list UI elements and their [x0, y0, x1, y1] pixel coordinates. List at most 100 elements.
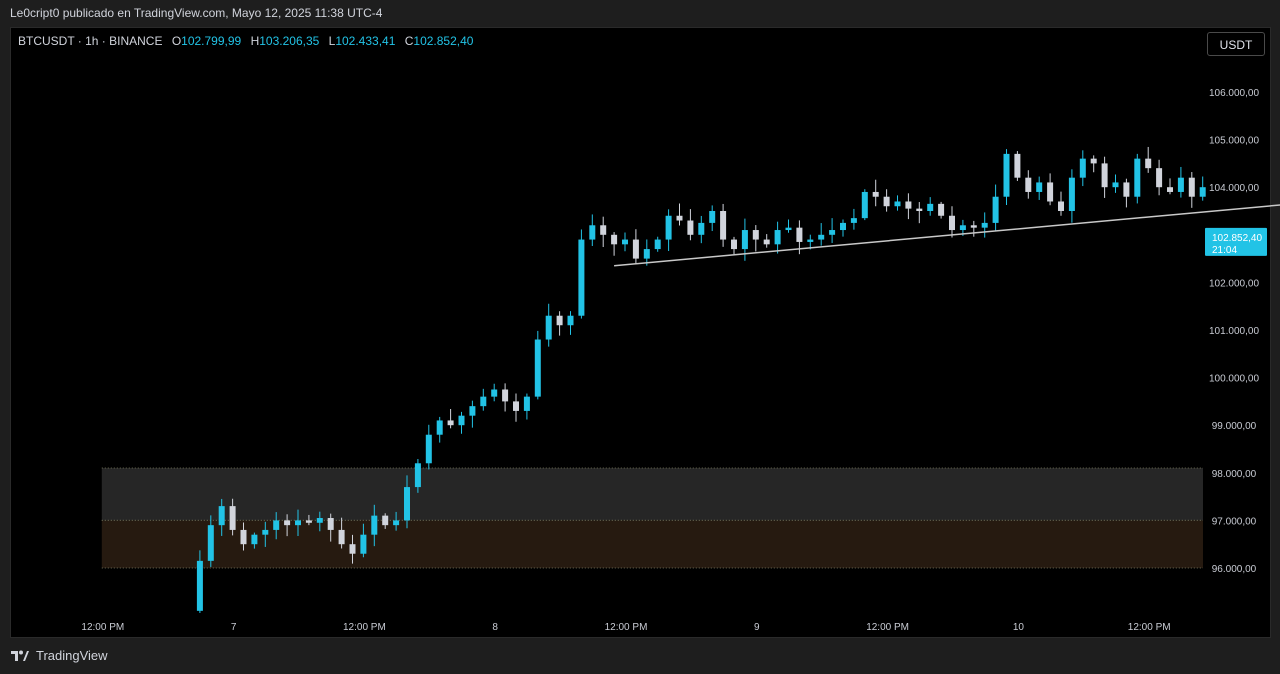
candle[interactable]: [905, 193, 912, 220]
candle-body: [1101, 163, 1108, 188]
candle-body: [741, 230, 748, 250]
candle[interactable]: [567, 311, 574, 335]
zone-upper[interactable]: [101, 468, 1203, 521]
tradingview-logo-icon: [11, 650, 29, 661]
candle[interactable]: [894, 195, 901, 211]
candle[interactable]: [1101, 156, 1108, 198]
candle[interactable]: [916, 202, 923, 224]
candle[interactable]: [1167, 178, 1173, 195]
candle-body: [698, 222, 705, 235]
candle-body: [567, 315, 574, 326]
y-tick-label: 100.000,00: [1209, 374, 1259, 385]
candle[interactable]: [436, 416, 443, 443]
close-value: 102.852,40: [413, 34, 474, 48]
candle[interactable]: [1036, 176, 1043, 200]
candle[interactable]: [1014, 151, 1021, 181]
candle-body: [850, 218, 857, 223]
candle[interactable]: [1025, 170, 1032, 199]
last-price-tag[interactable]: 102.852,4021:04: [1205, 227, 1267, 256]
candle[interactable]: [992, 184, 999, 232]
candle[interactable]: [731, 236, 737, 254]
candle[interactable]: [447, 408, 454, 429]
candle[interactable]: [1112, 174, 1119, 193]
candle[interactable]: [491, 383, 498, 402]
candle[interactable]: [1090, 155, 1097, 173]
candle[interactable]: [654, 236, 661, 252]
candle[interactable]: [502, 383, 509, 412]
candle[interactable]: [534, 330, 541, 400]
candle[interactable]: [981, 212, 988, 238]
candle-body: [1036, 182, 1043, 192]
footer-brand[interactable]: TradingView: [10, 648, 108, 663]
candle[interactable]: [1199, 176, 1206, 201]
x-tick-label: 12:00 PM: [605, 622, 648, 633]
candle[interactable]: [513, 393, 519, 422]
currency-button[interactable]: USDT: [1207, 32, 1265, 56]
candle[interactable]: [970, 220, 977, 237]
candle[interactable]: [774, 221, 781, 254]
candle-body: [992, 196, 999, 223]
candle-body: [894, 201, 901, 207]
candle[interactable]: [840, 219, 846, 237]
candle[interactable]: [698, 215, 705, 244]
candle-body: [981, 222, 988, 228]
candle[interactable]: [1145, 146, 1152, 173]
candle[interactable]: [643, 239, 650, 266]
candle[interactable]: [949, 206, 955, 238]
candle[interactable]: [829, 218, 836, 243]
candle[interactable]: [763, 234, 770, 248]
candle[interactable]: [1188, 172, 1195, 208]
candle[interactable]: [676, 203, 683, 226]
candle[interactable]: [1134, 153, 1141, 204]
candle[interactable]: [632, 229, 639, 265]
candle[interactable]: [1177, 166, 1184, 198]
candle[interactable]: [883, 189, 890, 212]
candle[interactable]: [622, 232, 628, 252]
candle[interactable]: [861, 189, 868, 221]
candle[interactable]: [818, 223, 825, 246]
candle[interactable]: [556, 311, 563, 336]
candle-body: [502, 389, 509, 402]
candle-body: [371, 515, 378, 535]
candle[interactable]: [709, 205, 716, 232]
candle[interactable]: [665, 209, 672, 251]
candle[interactable]: [872, 179, 879, 207]
candle-body: [600, 225, 607, 235]
candlestick-chart[interactable]: 106.000,00105.000,00104.000,00103.000,00…: [0, 0, 1280, 674]
candle[interactable]: [578, 229, 585, 319]
x-tick-label: 12:00 PM: [81, 622, 124, 633]
candle[interactable]: [1047, 173, 1054, 206]
candle[interactable]: [1156, 159, 1163, 196]
candle[interactable]: [938, 201, 945, 219]
candle[interactable]: [1123, 178, 1130, 208]
zone-lower[interactable]: [101, 520, 1203, 568]
symbol-label[interactable]: BTCUSDT · 1h · BINANCE: [18, 34, 162, 48]
y-tick-label: 97.000,00: [1212, 516, 1257, 527]
candle[interactable]: [850, 208, 857, 230]
candle-body: [905, 201, 912, 209]
candle[interactable]: [425, 424, 432, 470]
candle[interactable]: [589, 214, 596, 247]
candle[interactable]: [469, 400, 476, 428]
candle-body: [763, 239, 770, 245]
candle[interactable]: [1068, 169, 1075, 223]
candle[interactable]: [480, 388, 487, 411]
candle[interactable]: [1058, 191, 1064, 216]
candle-body: [240, 529, 247, 545]
candle[interactable]: [458, 411, 465, 434]
candle[interactable]: [927, 197, 934, 216]
candle[interactable]: [523, 393, 530, 420]
candle[interactable]: [785, 219, 792, 233]
candle[interactable]: [1079, 150, 1086, 187]
candle[interactable]: [752, 225, 759, 252]
candle[interactable]: [611, 232, 618, 256]
candle[interactable]: [687, 209, 694, 241]
candle[interactable]: [720, 203, 727, 247]
trendline[interactable]: [614, 198, 1280, 267]
brand-label: TradingView: [36, 648, 108, 663]
candle[interactable]: [600, 216, 607, 248]
candle-body: [393, 520, 400, 526]
candle[interactable]: [1003, 149, 1010, 206]
candle[interactable]: [545, 303, 552, 347]
candle-body: [829, 230, 836, 235]
